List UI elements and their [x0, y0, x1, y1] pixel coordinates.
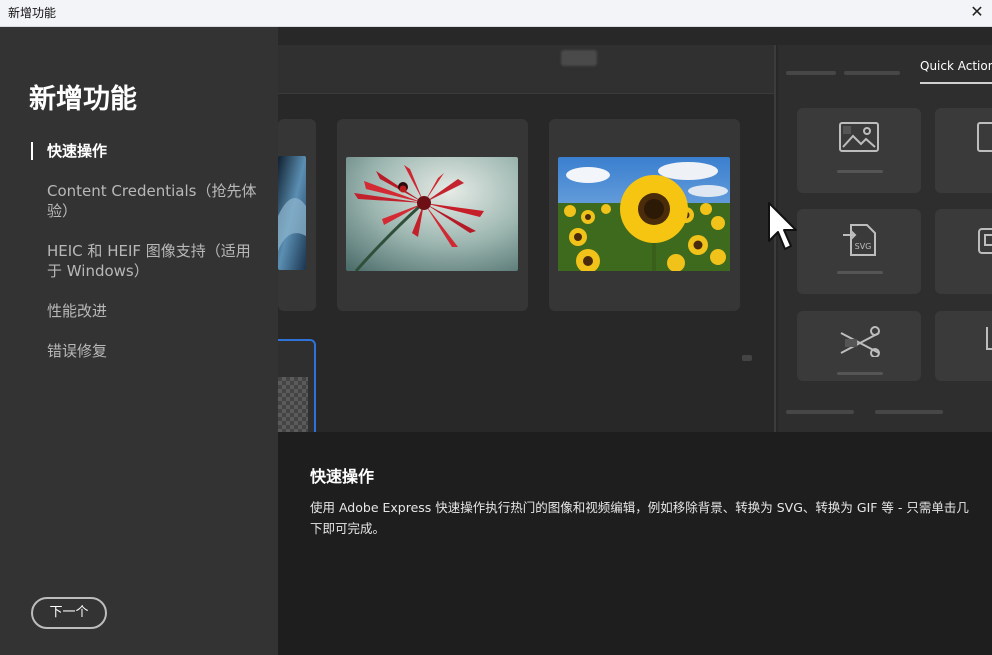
sidebar: 新增功能 快速操作 Content Credentials（抢先体验） HEIC… [0, 27, 278, 655]
tile-label-placeholder [837, 170, 883, 173]
svg-text:SVG: SVG [855, 242, 872, 251]
sidebar-item-heic-heif[interactable]: HEIC 和 HEIF 图像支持（适用于 Windows） [31, 241, 261, 281]
page-title: 新增功能 [29, 84, 137, 115]
feature-body: 使用 Adobe Express 快速操作执行热门的图像和视频编辑，例如移除背景… [310, 500, 969, 536]
gif-icon [978, 228, 992, 254]
window-title: 新增功能 [8, 6, 57, 20]
sunflower-field-photo [558, 157, 730, 271]
quick-action-tile: SVG [797, 209, 921, 294]
quick-action-tile [935, 209, 992, 294]
transparency-checker [278, 377, 308, 432]
quick-action-tile [935, 108, 992, 193]
photo-card [337, 119, 528, 311]
remove-background-icon [840, 326, 880, 357]
tab-placeholder [786, 71, 836, 75]
preview-toolbar [278, 45, 775, 94]
footer-placeholder [875, 410, 943, 414]
feature-description: 快速操作 使用 Adobe Express 快速操作执行热门的图像和视频编辑，例… [278, 432, 992, 655]
sidebar-item-quick-actions[interactable]: 快速操作 [31, 141, 261, 161]
sidebar-item-bug-fixes[interactable]: 错误修复 [31, 341, 261, 361]
photo-card [549, 119, 740, 311]
selected-card [278, 339, 316, 432]
tab-quick-actions: Quick Action [920, 59, 992, 73]
sidebar-item-performance[interactable]: 性能改进 [31, 301, 261, 321]
sidebar-item-content-credentials[interactable]: Content Credentials（抢先体验） [31, 181, 261, 221]
red-flower-photo [346, 157, 518, 271]
title-bar: 新增功能 ✕ [0, 0, 992, 27]
sidebar-nav: 快速操作 Content Credentials（抢先体验） HEIC 和 HE… [31, 141, 261, 381]
image-icon [839, 122, 879, 152]
image-icon [977, 122, 992, 152]
scroll-indicator [742, 355, 752, 361]
feature-preview-image: Quick Action SVG [278, 27, 992, 432]
tab-placeholder [844, 71, 900, 75]
preview-toolbar-blur [561, 50, 597, 66]
next-button[interactable]: 下一个 [31, 597, 107, 629]
footer-placeholder [786, 410, 854, 414]
quick-action-tile [935, 311, 992, 381]
tab-underline [920, 82, 992, 84]
quick-action-tile [797, 311, 921, 381]
mouse-cursor-icon [768, 202, 797, 250]
tile-label-placeholder [837, 271, 883, 274]
quick-action-tile [797, 108, 921, 193]
photo-card [278, 119, 316, 311]
blue-abstract-photo [278, 156, 306, 270]
quick-actions-panel: Quick Action SVG [778, 45, 992, 432]
svg-convert-icon: SVG [843, 224, 876, 256]
crop-icon [986, 327, 992, 350]
close-icon[interactable]: ✕ [966, 1, 988, 23]
tile-label-placeholder [837, 372, 883, 375]
feature-title: 快速操作 [310, 467, 375, 486]
